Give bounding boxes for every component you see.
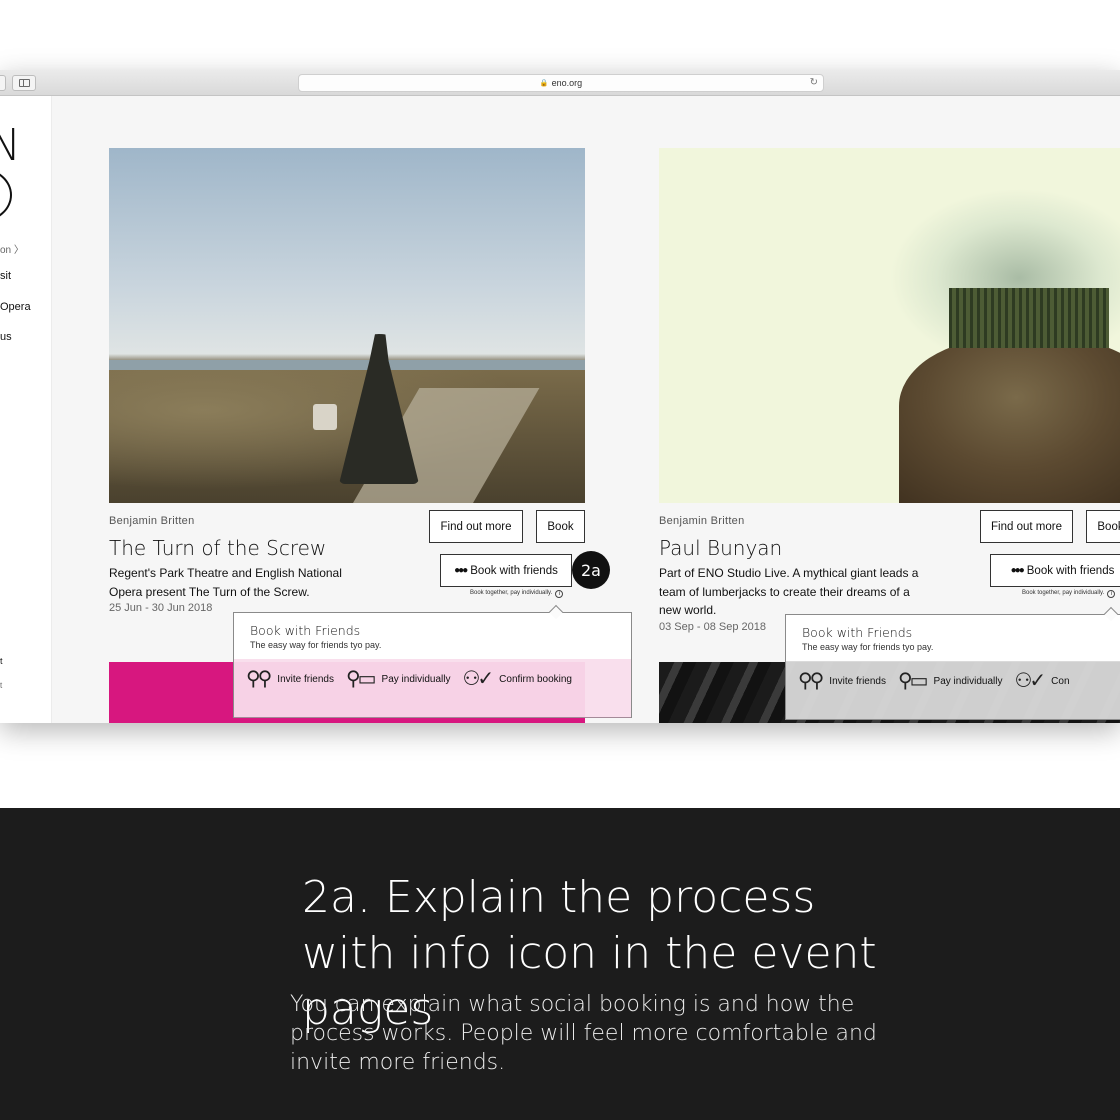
book-together-text: Book together, pay individually. — [1022, 590, 1105, 596]
event-dates: 25 Jun - 30 Jun 2018 — [109, 602, 213, 614]
step-label: Con — [1051, 675, 1070, 687]
nav-item-4[interactable]: t — [0, 656, 3, 666]
popover-caret — [548, 604, 564, 620]
event-image[interactable] — [109, 148, 585, 503]
event-card-turn-of-the-screw: Benjamin Britten The Turn of the Screw R… — [109, 148, 610, 614]
event-title[interactable]: Paul Bunyan — [659, 536, 782, 560]
group-icon: ●●● — [1010, 565, 1025, 576]
nav-item-1[interactable]: sit — [0, 270, 11, 282]
step-pay-individually: ⚲▭ Pay individually — [346, 669, 450, 689]
left-navigation: N on 〉 sit Opera us t t — [0, 96, 52, 723]
book-with-friends-popover: Book with Friends The easy way for frien… — [785, 606, 1120, 720]
caption-panel: 2a. Explain the process with info icon i… — [0, 808, 1120, 1120]
page-viewport: N on 〉 sit Opera us t t Benjamin Britten… — [0, 96, 1120, 723]
popover-subtitle: The easy way for friends tyo pay. — [802, 642, 934, 652]
event-composer: Benjamin Britten — [659, 515, 745, 527]
step-confirm-booking: ⚇✓ Con — [1014, 671, 1069, 691]
popover-title: Book with Friends — [802, 625, 913, 640]
address-bar[interactable]: 🔒 eno.org ↻ — [298, 74, 824, 92]
event-card-paul-bunyan: Benjamin Britten Paul Bunyan Part of ENO… — [659, 148, 1120, 633]
nav-item-0[interactable]: on 〉 — [0, 241, 24, 256]
book-with-friends-label: Book with friends — [470, 564, 558, 577]
book-with-friends-button[interactable]: ●●● Book with friends — [440, 554, 572, 587]
step-label: Invite friends — [277, 673, 334, 685]
pay-individually-icon: ⚲▭ — [898, 670, 928, 692]
lock-icon: 🔒 — [539, 80, 549, 87]
find-out-more-button[interactable]: Find out more — [980, 510, 1073, 543]
group-icon: ●●● — [454, 565, 468, 576]
booking-steps: ⚲⚲ Invite friends ⚲▭ Pay individually ⚇✓… — [798, 671, 1082, 691]
popover-caret — [1103, 606, 1119, 622]
sidebar-icon — [19, 79, 30, 87]
caption-body: You can explain what social booking is a… — [290, 992, 877, 1075]
image-land — [899, 338, 1120, 503]
step-badge: 2a — [572, 551, 610, 589]
eno-logo-circle — [0, 168, 12, 222]
find-out-more-button[interactable]: Find out more — [429, 510, 523, 543]
book-button[interactable]: Book — [1086, 510, 1120, 543]
popover-subtitle: The easy way for friends tyo pay. — [250, 640, 382, 650]
image-trees — [949, 288, 1109, 348]
book-with-friends-label: Book with friends — [1026, 564, 1115, 577]
address-text: eno.org — [551, 78, 583, 88]
event-description: Part of ENO Studio Live. A mythical gian… — [659, 566, 919, 617]
confirm-booking-icon: ⚇✓ — [1014, 670, 1046, 692]
book-together-text: Book together, pay individually. — [470, 590, 553, 596]
info-icon[interactable]: i — [555, 590, 564, 598]
event-title[interactable]: The Turn of the Screw — [109, 536, 326, 560]
step-label: Pay individually — [933, 675, 1003, 687]
step-invite-friends: ⚲⚲ Invite friends — [798, 671, 886, 691]
confirm-booking-icon: ⚇✓ — [462, 668, 494, 690]
step-confirm-booking: ⚇✓ Confirm booking — [462, 669, 572, 689]
back-button[interactable] — [0, 75, 6, 91]
book-button[interactable]: Book — [536, 510, 585, 543]
info-icon[interactable]: i — [1107, 590, 1116, 598]
step-label: Pay individually — [381, 673, 451, 685]
image-sea — [109, 360, 585, 370]
event-description: Regent's Park Theatre and English Nation… — [109, 566, 342, 599]
step-invite-friends: ⚲⚲ Invite friends — [246, 669, 334, 689]
nav-item-2[interactable]: Opera — [0, 301, 31, 313]
image-bag — [313, 404, 337, 430]
step-label: Confirm booking — [499, 673, 572, 685]
invite-friends-icon: ⚲⚲ — [246, 668, 272, 690]
book-with-friends-popover: Book with Friends The easy way for frien… — [233, 604, 632, 718]
book-with-friends-button[interactable]: ●●● Book with friends — [990, 554, 1120, 587]
eno-logo-letter: N — [0, 124, 21, 168]
event-composer: Benjamin Britten — [109, 515, 195, 527]
invite-friends-icon: ⚲⚲ — [798, 670, 824, 692]
pay-individually-icon: ⚲▭ — [346, 668, 376, 690]
browser-window: 🔒 eno.org ↻ N on 〉 sit Opera us t t — [0, 70, 1120, 723]
event-dates: 03 Sep - 08 Sep 2018 — [659, 621, 767, 633]
event-image[interactable] — [659, 148, 1120, 503]
nav-item-3[interactable]: us — [0, 331, 12, 343]
book-together-note: Book together, pay individually. i — [470, 590, 564, 598]
nav-item-5[interactable]: t — [0, 681, 2, 690]
booking-steps: ⚲⚲ Invite friends ⚲▭ Pay individually ⚇✓… — [246, 669, 584, 689]
book-together-note: Book together, pay individually. i — [1022, 590, 1116, 598]
popover-title: Book with Friends — [250, 623, 361, 638]
step-label: Invite friends — [829, 675, 886, 687]
reload-icon[interactable]: ↻ — [810, 77, 818, 88]
sidebar-toggle-button[interactable] — [12, 75, 36, 91]
step-pay-individually: ⚲▭ Pay individually — [898, 671, 1002, 691]
browser-toolbar: 🔒 eno.org ↻ — [0, 70, 1120, 96]
